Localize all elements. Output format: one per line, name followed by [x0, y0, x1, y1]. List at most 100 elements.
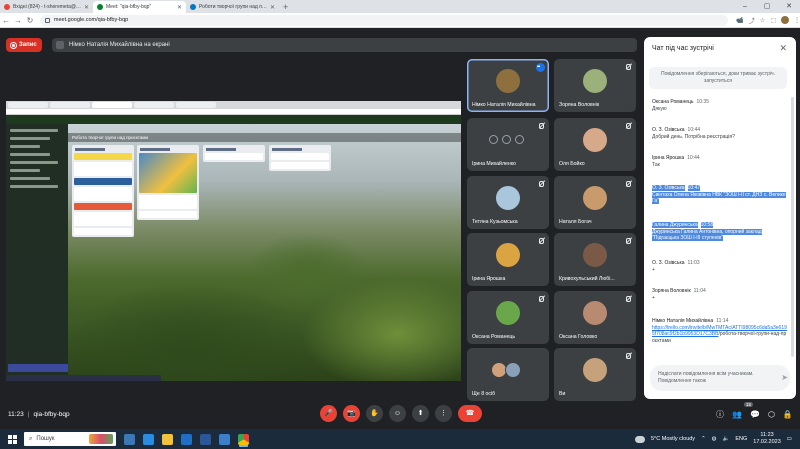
network-icon[interactable]: ◍ — [712, 436, 717, 442]
browser-tab-meet[interactable]: Meet: "qia-bfby-bqp" ✕ — [93, 1, 186, 13]
sidebar-line — [10, 185, 58, 188]
maximize-button[interactable]: ▢ — [756, 0, 778, 13]
new-tab-button[interactable]: + — [279, 1, 292, 13]
profile-avatar[interactable] — [780, 16, 789, 24]
list-header — [206, 148, 236, 151]
file-explorer-icon[interactable] — [162, 433, 173, 445]
message-sender: Оксана Романець — [652, 99, 694, 105]
windows-start-icon[interactable] — [0, 429, 24, 449]
message-time: 11:04 — [693, 288, 706, 294]
mail-icon[interactable] — [181, 433, 192, 445]
more-participants-tile[interactable]: Ще 8 осіб — [467, 348, 549, 401]
chat-input[interactable]: Надіслати повідомлення всім учасникам. П… — [650, 365, 790, 391]
chat-icon[interactable]: 💬 — [750, 410, 760, 419]
message-time: 10:58 — [700, 222, 714, 228]
bookmark-icon[interactable]: ☆ — [760, 17, 765, 24]
tab-close-icon[interactable]: ✕ — [177, 4, 182, 11]
participant-tile[interactable]: Оля Бойко — [554, 118, 636, 171]
more-options-button[interactable]: ⋮ — [435, 405, 452, 422]
extensions-icon[interactable]: ⬚ — [770, 17, 776, 24]
shared-tab — [50, 102, 90, 108]
sidebar-line — [10, 129, 58, 132]
chat-scrollbar[interactable] — [791, 97, 794, 357]
leave-call-button[interactable]: ☎ — [458, 405, 482, 422]
participant-avatar — [496, 301, 520, 325]
close-window-button[interactable]: ✕ — [778, 0, 800, 13]
participant-tile[interactable]: Німко Наталія Михайлівна — [467, 59, 549, 112]
task-view-icon[interactable] — [124, 433, 135, 445]
participant-tile[interactable]: Ірина Михайленко — [467, 118, 549, 171]
presenter-avatar — [56, 41, 64, 49]
volume-icon[interactable]: 🔈 — [722, 436, 729, 442]
people-icon[interactable]: 👥 — [732, 410, 742, 419]
participant-tile[interactable]: Наталя Богач — [554, 176, 636, 229]
raise-hand-button[interactable]: ✋ — [366, 405, 383, 422]
close-icon[interactable]: ✕ — [779, 43, 787, 54]
notifications-icon[interactable]: ▭ — [787, 436, 792, 442]
activities-icon[interactable]: ⬡ — [768, 410, 775, 419]
participant-tile[interactable]: Зоряна Воловнік — [554, 59, 636, 112]
chrome-icon[interactable] — [238, 433, 249, 445]
participant-tile[interactable]: Кривохульський Любі... — [554, 233, 636, 286]
browser-tab-trello[interactable]: Роботи творчої групи над проєкт... ✕ — [186, 1, 279, 13]
shared-tab — [92, 102, 132, 108]
participant-tile[interactable]: Тетяна Кузьомська — [467, 176, 549, 229]
weather-text[interactable]: 5°C Mostly cloudy — [651, 436, 695, 442]
tray-arrow-icon[interactable]: ⌃ — [701, 436, 706, 442]
browser-tab-gmail[interactable]: Вхідні (824) - t-sheremeta@gmail.com ✕ — [0, 1, 93, 13]
address-bar: ← → ↻ meet.google.com/qia-bfby-bqp 📹 ⤴ ☆… — [0, 13, 800, 28]
more-options-icon[interactable] — [515, 135, 524, 144]
language-indicator[interactable]: ENG — [735, 436, 747, 442]
reactions-button[interactable]: ☺ — [389, 405, 406, 422]
tab-close-icon[interactable]: ✕ — [270, 4, 275, 11]
trello-card — [74, 212, 132, 226]
participant-avatar — [583, 69, 607, 93]
url-input[interactable]: meet.google.com/qia-bfby-bqp — [39, 14, 729, 26]
camera-toggle-button[interactable]: 📷 — [343, 405, 360, 422]
store-icon[interactable] — [219, 433, 230, 445]
forward-icon[interactable]: → — [12, 16, 24, 25]
message-sender: Галина Джуринська — [652, 222, 698, 228]
participant-avatar — [505, 362, 521, 378]
clock[interactable]: 11:23 17.02.2023 — [753, 432, 781, 446]
present-button[interactable]: ⬆ — [412, 405, 429, 422]
pin-icon[interactable] — [489, 135, 498, 144]
trello-card — [271, 162, 329, 169]
participant-avatar — [496, 243, 520, 267]
meet-icon — [97, 4, 103, 10]
info-icon[interactable]: ⓘ — [716, 409, 724, 420]
trello-list — [137, 145, 199, 220]
message-sender: О. З. Озівська — [652, 260, 685, 266]
tab-close-icon[interactable]: ✕ — [84, 4, 89, 11]
minimize-button[interactable]: – — [734, 0, 756, 13]
lock-icon — [44, 17, 50, 23]
taskbar-search[interactable]: ⌕ Пошук — [24, 432, 116, 446]
reload-icon[interactable]: ↻ — [24, 16, 36, 25]
chat-message: О. З. Озівська 11:03 + — [652, 260, 788, 273]
participant-tile[interactable]: Оксана Романець — [467, 291, 549, 344]
browser-menu-icon[interactable]: ⋮ — [794, 17, 800, 24]
host-controls-icon[interactable]: 🔒 — [783, 410, 793, 419]
trello-card — [205, 153, 263, 160]
message-text: Дякую — [652, 105, 667, 112]
back-icon[interactable]: ← — [0, 16, 12, 25]
edge-icon[interactable] — [143, 433, 154, 445]
participant-tile[interactable]: Ірина Ярошка — [467, 233, 549, 286]
share-icon[interactable]: ⤴ — [749, 16, 755, 25]
record-icon — [11, 42, 16, 48]
mute-icon[interactable] — [502, 135, 511, 144]
participant-name: Ірина Ярошка — [472, 276, 506, 282]
shared-taskbar — [6, 375, 161, 381]
participant-name: Наталя Богач — [559, 219, 592, 225]
word-icon[interactable] — [200, 433, 211, 445]
self-tile[interactable]: Ви — [554, 348, 636, 401]
participant-tile[interactable]: Оксана Головко — [554, 291, 636, 344]
send-icon[interactable]: ➤ — [781, 373, 788, 382]
mic-toggle-button[interactable]: 🎤 — [320, 405, 337, 422]
camera-permission-icon[interactable]: 📹 — [736, 17, 743, 24]
chat-panel: Чат під час зустрічі ✕ Повідомлення збер… — [644, 37, 796, 399]
record-button[interactable]: Запис — [6, 38, 42, 52]
shared-screen: Робота творчої групи над проєктами — [6, 101, 461, 381]
message-text: + — [652, 266, 655, 273]
shared-tab — [8, 102, 48, 108]
